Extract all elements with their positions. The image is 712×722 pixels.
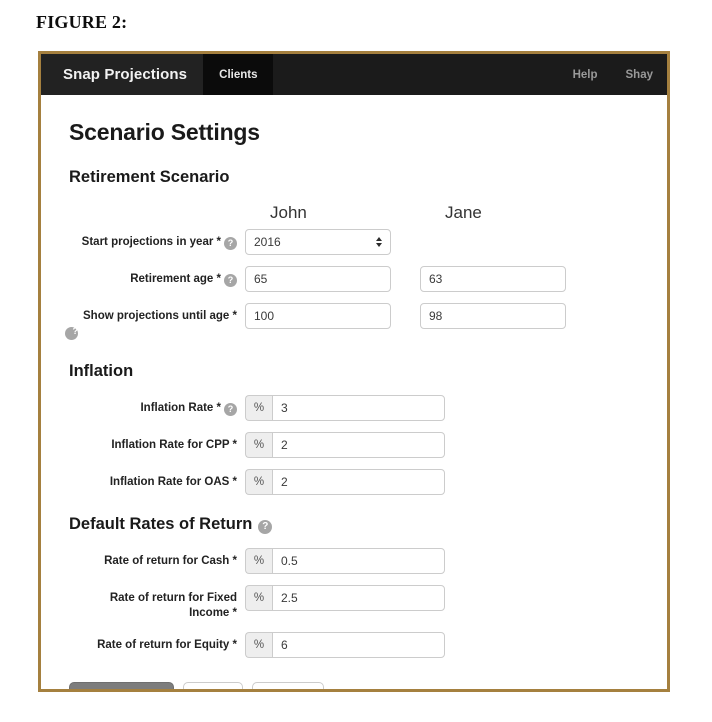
label-text: Rate of return for Cash * [104,555,237,567]
form-row-rate-of-return-cash: Rate of return for Cash * % [65,548,643,574]
percent-addon: % [245,395,272,421]
label-text: Show projections until age * [65,309,237,324]
label-retirement-age: Retirement age *? [65,266,245,287]
column-header-john: John [270,203,307,223]
input-inflation-rate-oas[interactable] [272,469,445,495]
input-rate-of-return-cash[interactable] [272,548,445,574]
form-row-inflation-rate: Inflation Rate *? % [65,395,643,421]
form-row-inflation-rate-cpp: Inflation Rate for CPP * % [65,432,643,458]
label-inflation-rate-oas: Inflation Rate for OAS * [65,469,245,490]
navbar-right-group: Help Shay [559,54,667,95]
help-icon[interactable]: ? [224,237,237,250]
label-text-line2: Income * [65,606,237,621]
field-col-john: 2016 [245,229,391,255]
input-group-rate-of-return-equity: % [245,632,391,658]
label-text: Rate of return for Equity * [97,639,237,651]
label-text: Retirement age * [130,273,221,285]
field-col-jane [420,266,566,292]
field-col-john: % [245,632,391,658]
form-row-show-projections-until-age: Show projections until age * ? [65,303,643,340]
section-heading-label: Inflation [69,362,133,381]
section-heading-retirement-scenario: Retirement Scenario [69,168,643,187]
top-navbar: Snap Projections Clients Help Shay [41,54,667,95]
figure-caption: FIGURE 2: [36,12,127,33]
nav-tab-clients[interactable]: Clients [203,54,273,95]
field-col-john: % [245,585,391,611]
field-col-john [245,266,391,292]
navbar-brand[interactable]: Snap Projections [41,54,203,95]
label-text: Start projections in year * [82,236,221,248]
input-inflation-rate-cpp[interactable] [272,432,445,458]
label-show-projections-until-age: Show projections until age * ? [65,303,245,340]
input-rate-of-return-fixed-income[interactable] [272,585,445,611]
input-show-projections-until-age-john[interactable] [245,303,391,329]
label-inflation-rate-cpp: Inflation Rate for CPP * [65,432,245,453]
percent-addon: % [245,548,272,574]
field-col-john [245,303,391,329]
select-start-projections-year[interactable]: 2016 [245,229,391,255]
input-retirement-age-jane[interactable] [420,266,566,292]
label-rate-of-return-cash: Rate of return for Cash * [65,548,245,569]
form-row-retirement-age: Retirement age *? [65,266,643,292]
section-heading-label: Retirement Scenario [69,168,229,187]
form-row-rate-of-return-equity: Rate of return for Equity * % [65,632,643,658]
input-group-rate-of-return-fixed-income: % [245,585,391,611]
app-window-frame: Snap Projections Clients Help Shay Scena… [38,51,670,692]
input-group-inflation-rate-cpp: % [245,432,391,458]
column-header-jane: Jane [445,203,482,223]
form-action-bar: Save & Next Back Cancel [69,682,643,692]
percent-addon: % [245,585,272,611]
help-icon[interactable]: ? [224,274,237,287]
input-group-inflation-rate-oas: % [245,469,391,495]
percent-addon: % [245,469,272,495]
input-retirement-age-john[interactable] [245,266,391,292]
field-col-john: % [245,469,391,495]
section-heading-label: Default Rates of Return [69,515,252,534]
label-text: Inflation Rate for CPP * [111,439,237,451]
nav-item-user[interactable]: Shay [612,69,668,81]
label-text: Inflation Rate for OAS * [110,476,237,488]
section-heading-inflation: Inflation [69,362,643,381]
percent-addon: % [245,632,272,658]
percent-addon: % [245,432,272,458]
label-text: Inflation Rate * [140,402,221,414]
field-col-john: % [245,548,391,574]
page-title: Scenario Settings [69,119,643,146]
form-row-inflation-rate-oas: Inflation Rate for OAS * % [65,469,643,495]
field-col-john: % [245,432,391,458]
field-col-jane [420,303,566,329]
input-group-rate-of-return-cash: % [245,548,391,574]
nav-item-help[interactable]: Help [559,69,612,81]
cancel-button[interactable]: Cancel [252,682,324,692]
form-row-rate-of-return-fixed-income: Rate of return for Fixed Income * % [65,585,643,621]
save-and-next-button[interactable]: Save & Next [69,682,174,692]
help-icon[interactable]: ? [224,403,237,416]
navbar-spacer [273,54,558,95]
help-icon[interactable]: ? [258,520,272,534]
label-start-projections-year: Start projections in year *? [65,229,245,250]
select-value: 2016 [254,235,281,249]
form-row-start-projections-year: Start projections in year *? 2016 [65,229,643,255]
back-button[interactable]: Back [183,682,243,692]
help-icon[interactable]: ? [65,327,78,340]
chevron-updown-icon [376,237,382,247]
label-rate-of-return-fixed-income: Rate of return for Fixed Income * [65,585,245,621]
column-headers: John Jane [65,203,643,229]
field-col-john: % [245,395,391,421]
input-rate-of-return-equity[interactable] [272,632,445,658]
page-body: Scenario Settings Retirement Scenario Jo… [41,95,667,692]
input-inflation-rate[interactable] [272,395,445,421]
input-show-projections-until-age-jane[interactable] [420,303,566,329]
label-inflation-rate: Inflation Rate *? [65,395,245,416]
label-text: Rate of return for Fixed [65,591,237,606]
input-group-inflation-rate: % [245,395,391,421]
section-heading-default-rates-of-return: Default Rates of Return ? [69,515,643,534]
label-rate-of-return-equity: Rate of return for Equity * [65,632,245,653]
